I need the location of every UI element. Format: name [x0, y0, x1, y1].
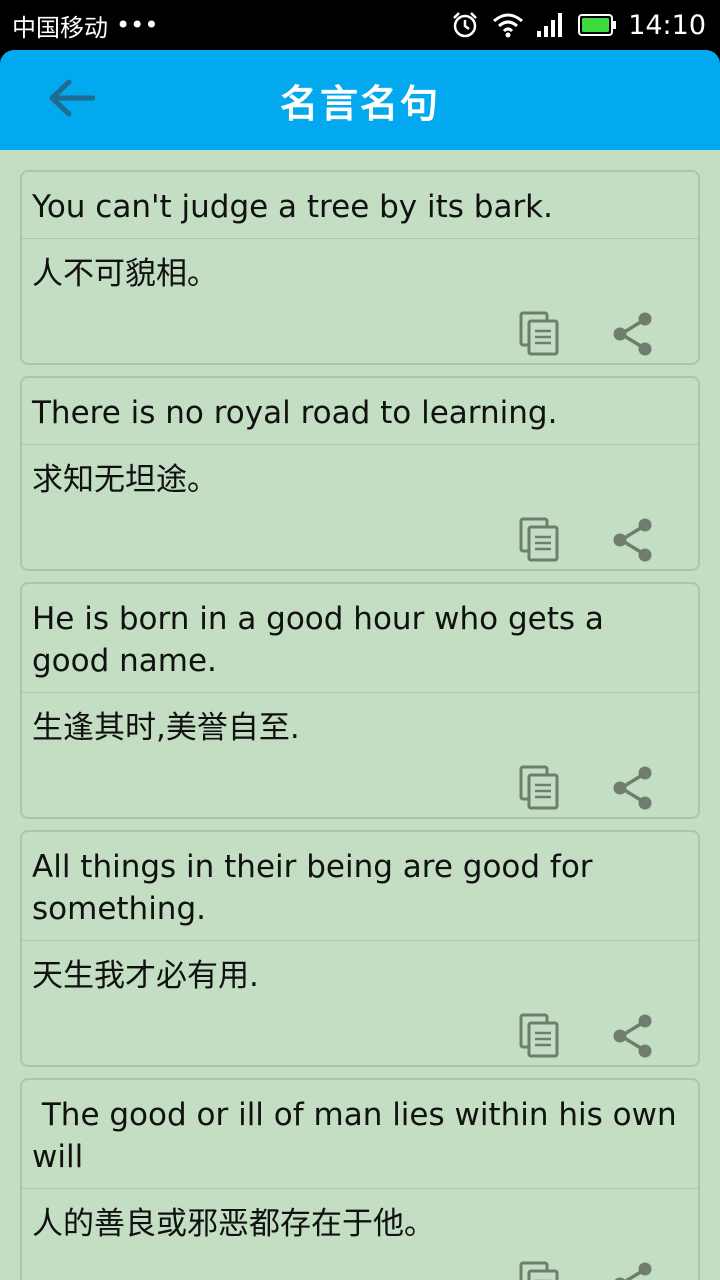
quote-chinese: 天生我才必有用.: [32, 958, 259, 994]
share-icon: [608, 766, 658, 815]
quote-actions: [22, 763, 698, 817]
copy-button[interactable]: [518, 1261, 562, 1280]
status-left: 中国移动 •••: [12, 8, 158, 43]
quote-card: He is born in a good hour who gets a goo…: [20, 582, 700, 819]
quote-chinese: 求知无坦途。: [32, 462, 218, 498]
share-button[interactable]: [608, 517, 658, 563]
back-button[interactable]: [36, 72, 106, 128]
status-right: 14:10: [450, 10, 706, 41]
quote-card: The good or ill of man lies within his o…: [20, 1078, 700, 1280]
alarm-icon: [450, 10, 480, 40]
arrow-left-icon: [47, 78, 96, 122]
share-icon: [608, 312, 658, 361]
quote-card: You can't judge a tree by its bark. 人不可貌…: [20, 170, 700, 365]
copy-button[interactable]: [518, 517, 562, 563]
share-button[interactable]: [608, 311, 658, 357]
copy-icon: [518, 517, 562, 567]
quote-actions: [22, 515, 698, 569]
quote-chinese: 人不可貌相。: [32, 256, 218, 292]
share-icon: [608, 1014, 658, 1063]
share-button[interactable]: [608, 1013, 658, 1059]
share-button[interactable]: [608, 765, 658, 811]
app-bar: 名言名句: [0, 50, 720, 150]
notification-dots: •••: [116, 11, 159, 39]
carrier-name: 中国移动: [12, 13, 108, 42]
quote-english: There is no royal road to learning.: [22, 378, 698, 445]
page-title: 名言名句: [279, 81, 440, 126]
wifi-icon: [492, 12, 524, 38]
status-bar: 中国移动 ••• 14:10: [0, 0, 720, 50]
share-button[interactable]: [608, 1261, 658, 1280]
clock-time: 14:10: [628, 9, 706, 41]
copy-button[interactable]: [518, 765, 562, 811]
copy-icon: [518, 311, 562, 361]
quote-list[interactable]: You can't judge a tree by its bark. 人不可貌…: [0, 150, 720, 1280]
quote-chinese: 人的善良或邪恶都存在于他。: [32, 1206, 435, 1242]
copy-icon: [518, 765, 562, 815]
quote-actions: [22, 309, 698, 363]
quote-chinese: 生逢其时,美誉自至.: [32, 710, 300, 746]
quote-actions: [22, 1011, 698, 1065]
copy-button[interactable]: [518, 311, 562, 357]
quote-card: All things in their being are good for s…: [20, 830, 700, 1067]
share-icon: [608, 518, 658, 567]
quote-english: You can't judge a tree by its bark.: [22, 172, 698, 239]
quote-actions: [22, 1259, 698, 1280]
battery-icon: [578, 14, 617, 36]
signal-icon: [536, 12, 566, 38]
quote-english: All things in their being are good for s…: [22, 832, 698, 941]
quote-english: The good or ill of man lies within his o…: [22, 1080, 698, 1189]
quote-english: He is born in a good hour who gets a goo…: [22, 584, 698, 693]
copy-icon: [518, 1013, 562, 1063]
copy-button[interactable]: [518, 1013, 562, 1059]
quote-card: There is no royal road to learning. 求知无坦…: [20, 376, 700, 571]
